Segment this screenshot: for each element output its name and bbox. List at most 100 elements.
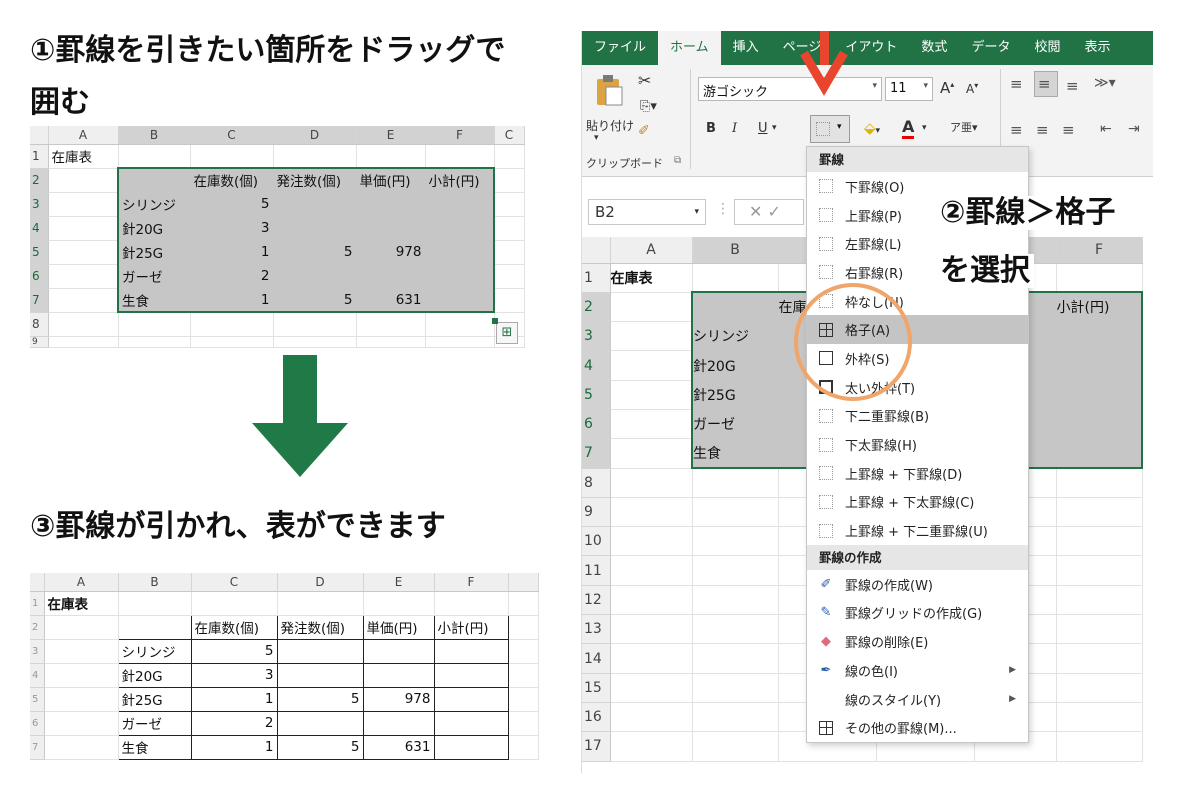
menu-item-draw-4[interactable]: 線のスタイル(Y) ▶ (807, 685, 1028, 714)
col-header-a[interactable]: A (48, 126, 119, 145)
cell-b[interactable] (692, 702, 779, 733)
cell-a[interactable] (610, 526, 693, 557)
decrease-indent-icon[interactable]: ⇤ (1100, 121, 1112, 137)
row-header[interactable]: 16 (582, 702, 611, 733)
row-header[interactable]: 4 (30, 216, 49, 241)
cell-f[interactable] (1056, 614, 1143, 645)
cut-icon[interactable]: ✂ (638, 71, 651, 90)
cell-b[interactable]: ガーゼ (117, 264, 191, 289)
row-header[interactable]: 1 (30, 591, 45, 616)
cell-a[interactable] (610, 380, 693, 410)
menu-item-12[interactable]: 上罫線 + 下二重罫線(U) (807, 516, 1028, 545)
cell-g[interactable] (494, 144, 525, 169)
menu-item-draw-2[interactable]: ◆ 罫線の削除(E) (807, 627, 1028, 656)
cell-e[interactable] (363, 591, 435, 616)
paste-icon[interactable] (594, 73, 624, 107)
shrink-font-button[interactable]: A▾ (966, 81, 978, 96)
cell-a[interactable] (48, 240, 119, 265)
cell-a[interactable]: 在庫表 (48, 144, 119, 169)
cell-b[interactable] (118, 144, 191, 169)
cell-e[interactable] (356, 216, 426, 241)
row-header[interactable]: 4 (30, 663, 45, 688)
cell-a[interactable] (48, 288, 119, 313)
cell[interactable] (425, 336, 495, 348)
cell-b[interactable] (692, 526, 779, 557)
row-header[interactable]: 7 (30, 735, 45, 760)
cell-a[interactable] (610, 673, 693, 703)
cell-g[interactable] (508, 591, 539, 616)
align-right-icon[interactable]: ≡ (1062, 121, 1075, 139)
cell-f[interactable] (1056, 350, 1143, 381)
cell-f[interactable] (1056, 468, 1143, 498)
cell-a[interactable] (610, 497, 693, 528)
row-header[interactable]: 7 (582, 438, 611, 469)
cell-f[interactable]: 小計(円) (425, 167, 495, 193)
orientation-icon[interactable]: ≫▾ (1094, 75, 1116, 91)
cell-a[interactable] (610, 731, 693, 762)
cell-a[interactable]: 在庫表 (610, 263, 693, 293)
tab-7[interactable]: 校閲 (1022, 31, 1072, 65)
cell-e[interactable]: 631 (362, 734, 435, 760)
row-header[interactable]: 6 (30, 264, 49, 289)
cell-g[interactable] (508, 687, 539, 712)
cell-a[interactable] (610, 643, 693, 674)
cell-b[interactable] (118, 312, 191, 337)
cell-f[interactable] (425, 192, 495, 217)
cell-a[interactable] (48, 312, 119, 337)
cell-a[interactable] (48, 168, 119, 193)
cell-b[interactable]: 針25G (691, 380, 779, 410)
row-header[interactable]: 11 (582, 555, 611, 586)
cell-b[interactable] (692, 614, 779, 645)
chevron-down-icon[interactable]: ▾ (837, 122, 842, 132)
cell-f[interactable] (1056, 438, 1143, 470)
cell-b[interactable] (692, 497, 779, 528)
cell-b[interactable]: 針20G (117, 216, 191, 241)
cell-a[interactable] (44, 639, 119, 664)
cell-a[interactable] (44, 663, 119, 688)
row-header[interactable]: 13 (582, 614, 611, 645)
cancel-button[interactable]: ✕ ✓ (734, 199, 804, 225)
col-header-c[interactable]: C (191, 573, 278, 592)
cell-a[interactable] (610, 585, 693, 616)
cell-b[interactable]: 針20G (691, 350, 779, 381)
cell-b[interactable]: シリンジ (691, 321, 779, 352)
row-header[interactable]: 5 (582, 380, 611, 410)
row-header[interactable]: 8 (582, 468, 611, 498)
cell-d[interactable]: 5 (276, 734, 364, 760)
row-header[interactable]: 12 (582, 585, 611, 616)
menu-item-10[interactable]: 上罫線 + 下罫線(D) (807, 459, 1028, 488)
col-header-d[interactable]: D (277, 573, 364, 592)
cell-d[interactable]: 5 (276, 686, 364, 712)
cell-f[interactable]: 小計(円) (1056, 291, 1143, 323)
cell-c[interactable]: 在庫数(個) (190, 614, 278, 640)
cell-b[interactable] (117, 614, 192, 640)
cell-e[interactable] (362, 638, 435, 664)
cell-c[interactable]: 1 (190, 240, 274, 265)
cell-e[interactable]: 単価(円) (356, 167, 426, 193)
cell-f[interactable] (1056, 702, 1143, 733)
tab-1[interactable]: ホーム (658, 31, 721, 65)
cell-f[interactable] (434, 591, 509, 616)
cell-d[interactable]: 5 (273, 288, 357, 313)
col-header-a[interactable]: A (610, 237, 693, 264)
align-middle-icon[interactable]: ≡ (1038, 75, 1051, 93)
cell-d[interactable] (273, 192, 357, 217)
tab-8[interactable]: 表示 (1072, 31, 1122, 65)
cell-c[interactable]: 5 (190, 192, 274, 217)
cell-c[interactable] (190, 144, 274, 169)
cell-a[interactable] (44, 615, 119, 640)
cell-d[interactable]: 発注数(個) (276, 614, 364, 640)
col-header-c[interactable]: C (190, 126, 274, 145)
cell-c[interactable]: 1 (190, 734, 278, 760)
cell-a[interactable] (610, 468, 693, 498)
chevron-down-icon[interactable]: ▾ (922, 123, 927, 133)
cell-a[interactable] (610, 438, 693, 469)
paste-button[interactable]: 貼り付け (586, 117, 634, 134)
cell-b[interactable] (691, 291, 779, 323)
row-header[interactable]: 2 (30, 168, 49, 193)
cell-c[interactable]: 1 (190, 686, 278, 712)
tab-5[interactable]: 数式 (909, 31, 959, 65)
cell-f[interactable] (1056, 526, 1143, 557)
cell-f[interactable] (425, 144, 495, 169)
cell-f[interactable] (1056, 555, 1143, 586)
